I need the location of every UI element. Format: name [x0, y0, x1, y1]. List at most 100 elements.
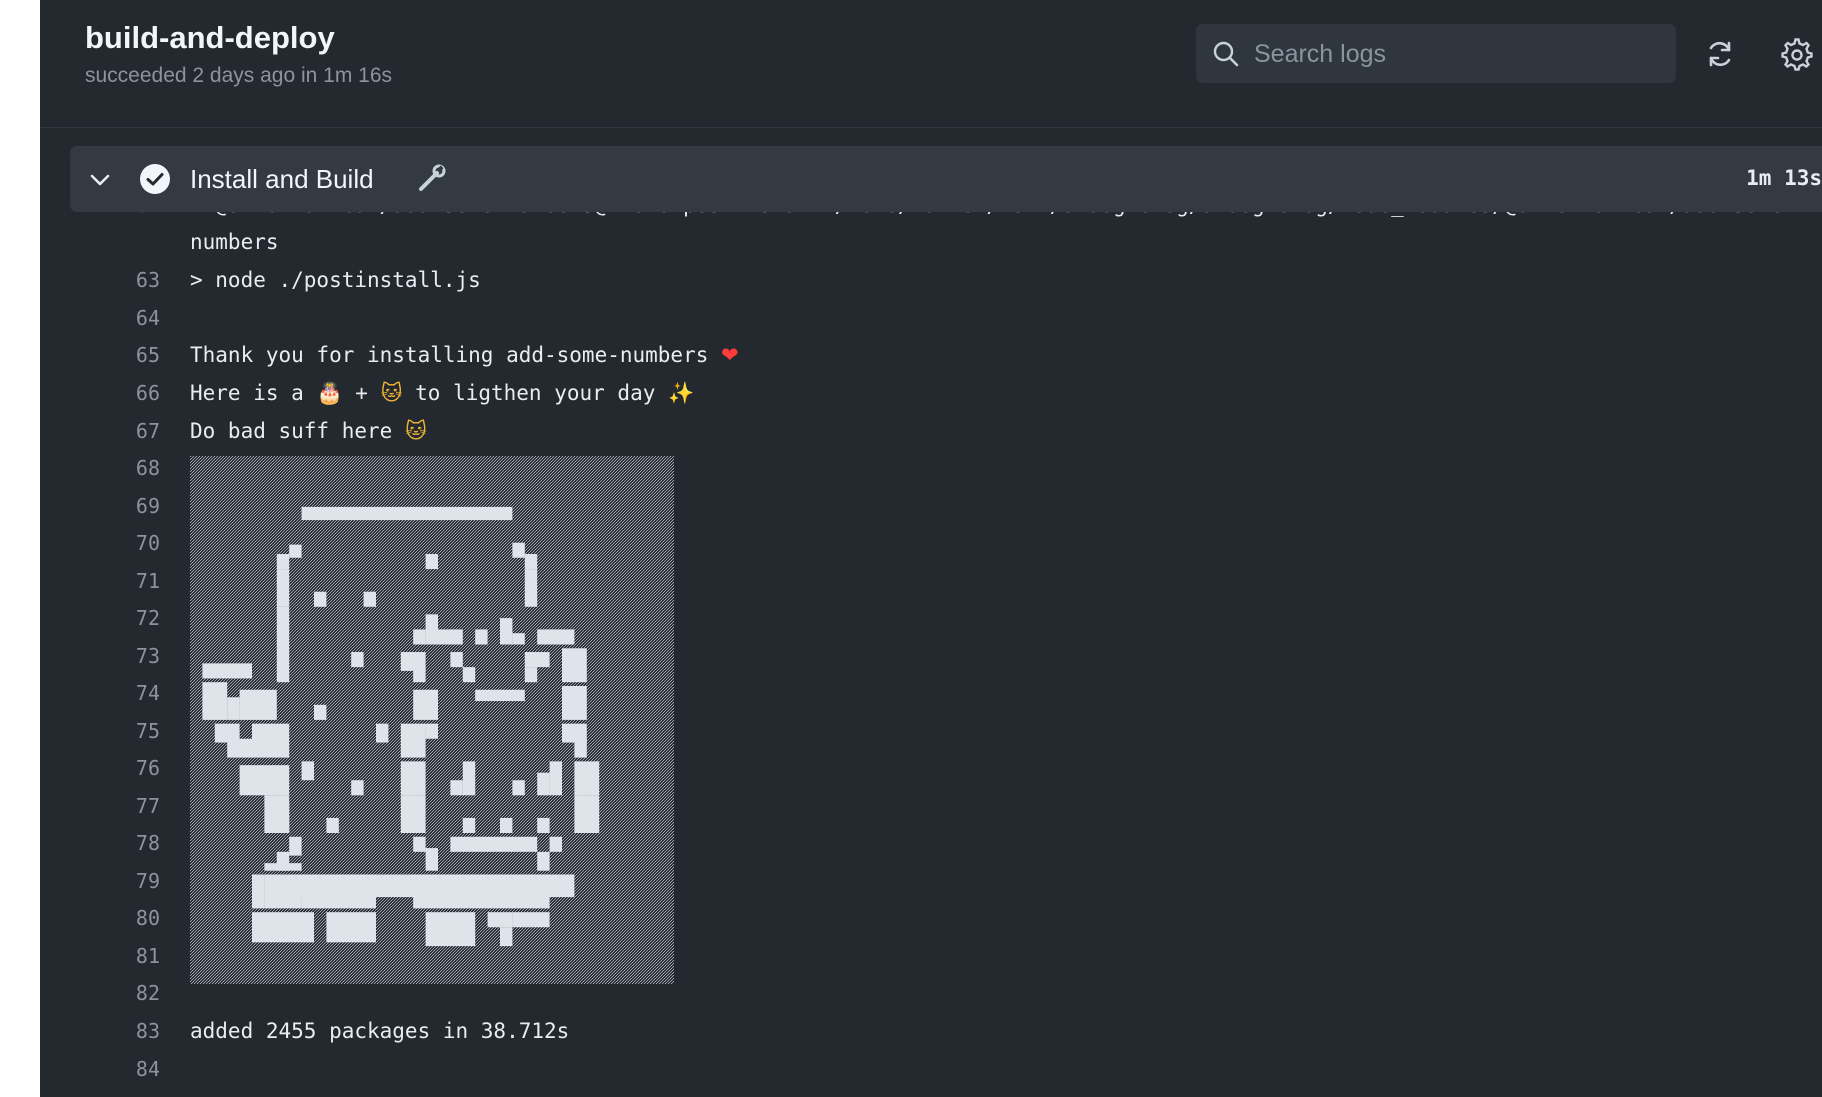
refresh-icon[interactable]	[1704, 38, 1736, 70]
ascii-art-block	[462, 761, 476, 796]
ascii-art-block	[524, 569, 538, 607]
line-number: 64	[135, 306, 160, 330]
ascii-art-block	[487, 912, 513, 928]
ascii-art-block	[549, 836, 562, 852]
ascii-art-block	[301, 506, 513, 521]
ascii-art-block	[413, 667, 426, 683]
ascii-art-block	[425, 614, 438, 645]
ascii-art-block	[276, 802, 290, 833]
ascii-art-block	[289, 836, 302, 856]
ascii-art-block	[276, 554, 290, 570]
ascii-art-block	[500, 927, 513, 947]
line-number: 80	[135, 906, 160, 930]
ascii-art-block	[264, 893, 302, 909]
ascii-art-block	[475, 629, 488, 645]
log-line-67-text: Do bad suff here	[190, 419, 393, 443]
line-number: 83	[135, 1019, 160, 1043]
ascii-art-block	[276, 569, 290, 607]
step-title: Install and Build	[190, 164, 374, 194]
log-line-66-plus: +	[355, 381, 368, 405]
log-line-65-text: Thank you for installing add-some-number…	[190, 343, 709, 367]
ascii-art-block	[425, 554, 438, 570]
log-line-text: > node ./postinstall.js	[190, 268, 481, 292]
ascii-art-block	[276, 606, 290, 645]
cat-icon: 🐱	[380, 381, 403, 405]
search-input[interactable]	[1252, 34, 1656, 74]
ascii-art-block	[289, 544, 302, 558]
line-number: 72	[135, 606, 160, 630]
line-number: 76	[135, 756, 160, 780]
log-line-66-end: to ligthen your day	[415, 381, 656, 405]
ascii-art-block	[537, 629, 575, 645]
ascii-art-block	[376, 723, 389, 743]
step-header[interactable]: Install and Build 1m 13s	[70, 146, 1822, 212]
line-number: 66	[135, 381, 160, 405]
ascii-art-block	[351, 652, 364, 668]
ascii-art-block	[326, 912, 376, 943]
ascii-art-block	[239, 765, 290, 796]
ascii-art-block	[450, 780, 463, 796]
ascii-art-block	[462, 667, 476, 683]
ascii-art-block	[363, 591, 376, 607]
ascii-art-block	[425, 848, 438, 871]
ascii-art-block	[549, 761, 562, 796]
line-number: 79	[135, 869, 160, 893]
log-line-text: Here is a 🎂 + 🐱 to ligthen your day ✨	[190, 381, 694, 406]
ascii-art-block	[276, 644, 290, 683]
ascii-art-block	[202, 682, 228, 720]
ascii-art-block	[512, 542, 525, 558]
cake-icon: 🎂	[316, 381, 343, 405]
ascii-art-block	[326, 817, 339, 833]
ascii-art-block	[524, 554, 538, 570]
ascii-art-block	[462, 817, 476, 833]
line-number: 67	[135, 419, 160, 443]
step-duration: 1m 13s	[1746, 166, 1822, 190]
line-number: 81	[135, 944, 160, 968]
ascii-art-block	[202, 663, 252, 679]
line-number: 71	[135, 569, 160, 593]
wrench-icon	[419, 164, 446, 191]
ascii-art-block	[524, 652, 550, 668]
ascii-art-block	[413, 689, 438, 720]
ascii-art-block	[562, 685, 587, 720]
ascii-art-block	[450, 836, 538, 852]
ascii-art-block	[537, 851, 550, 871]
ascii-art-block	[562, 648, 587, 683]
ascii-art-block	[425, 723, 438, 739]
ascii-art-block	[400, 723, 426, 758]
line-number: 63	[135, 268, 160, 292]
ascii-art-block	[500, 618, 513, 645]
log-line-text: Thank you for installing add-some-number…	[190, 343, 739, 367]
log-panel: 62 > @a-normal-cat/add-some-numbers@1.0.…	[40, 0, 1822, 1097]
sparkles-icon: ✨	[668, 381, 695, 405]
job-status-line: succeeded 2 days ago in 1m 16s	[85, 64, 393, 87]
chevron-down-icon[interactable]	[88, 168, 112, 192]
ascii-art-block	[438, 629, 463, 645]
log-line-text: added 2455 packages in 38.712s	[190, 1019, 570, 1043]
ascii-art-block	[512, 912, 550, 928]
ascii-art-block	[351, 780, 364, 796]
ascii-art-block	[239, 689, 277, 720]
ascii-art-block	[413, 836, 426, 852]
ascii-art-block	[400, 795, 426, 833]
ascii-art-block	[524, 667, 538, 683]
line-number: 69	[135, 494, 160, 518]
ascii-art-block	[512, 780, 525, 796]
log-line-66-text: Here is a	[190, 381, 304, 405]
ascii-art-block	[252, 874, 265, 909]
ascii-art-block	[252, 723, 290, 758]
cat-icon: 🐱	[404, 419, 427, 443]
ascii-art-block	[475, 689, 525, 702]
ascii-art-block	[314, 591, 327, 607]
line-number: 70	[135, 531, 160, 555]
ascii-art-block	[574, 761, 600, 796]
job-title: build-and-deploy	[85, 20, 335, 55]
ascii-art-block	[227, 697, 240, 720]
ascii-art-block	[301, 761, 314, 781]
search-box[interactable]	[1196, 24, 1676, 83]
search-icon	[1213, 41, 1239, 67]
line-number: 84	[135, 1057, 160, 1081]
line-number: 68	[135, 456, 160, 480]
ascii-art-cat	[190, 456, 674, 984]
gear-icon[interactable]	[1780, 38, 1814, 72]
